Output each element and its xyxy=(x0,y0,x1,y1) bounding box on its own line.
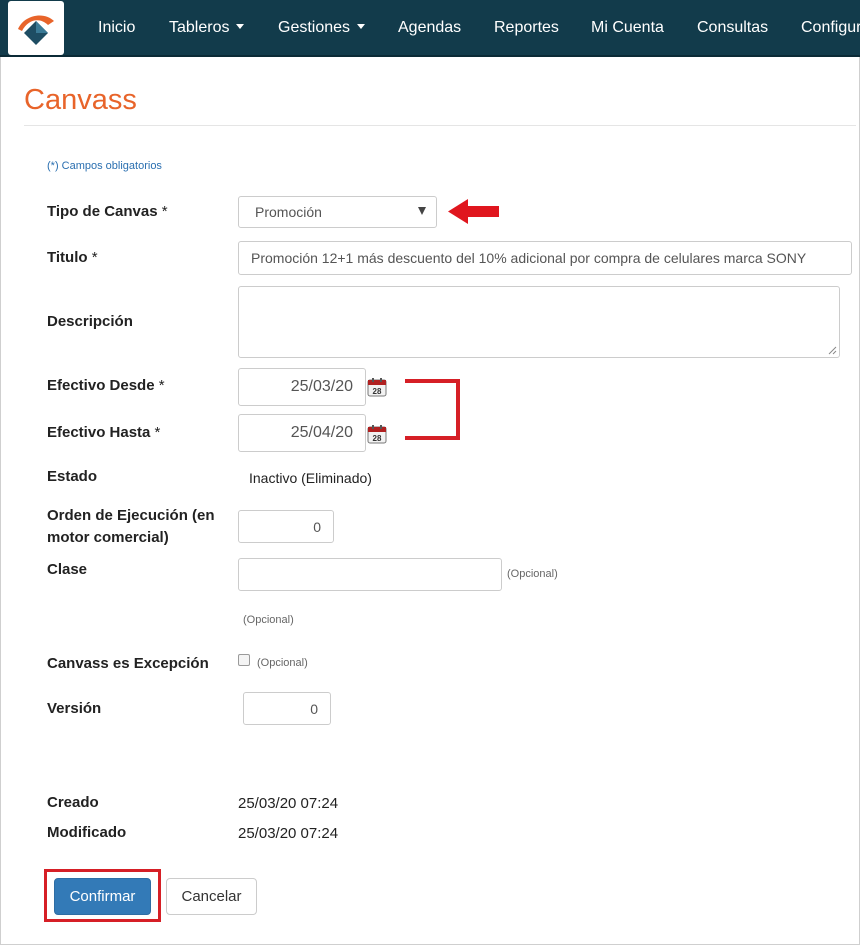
nav-label: Inicio xyxy=(98,19,136,36)
nav-label: Tableros xyxy=(169,19,230,36)
version-input[interactable]: 0 xyxy=(243,692,331,725)
nav-gestiones-dropdown[interactable]: Gestiones xyxy=(278,0,366,55)
tipo-canvas-selected: Promoción xyxy=(255,204,322,220)
titulo-input[interactable]: Promoción 12+1 más descuento del 10% adi… xyxy=(238,241,852,275)
required-mark: * xyxy=(158,377,165,394)
calendar-icon[interactable]: 28 xyxy=(367,424,387,444)
red-arrow-annotation-icon xyxy=(448,199,499,224)
calendar-day: 28 xyxy=(373,387,382,396)
efectivo-desde-value: 25/03/20 xyxy=(290,378,353,395)
tipo-canvas-select[interactable]: Promoción xyxy=(238,196,437,228)
page-title: Canvass xyxy=(24,84,137,116)
efectivo-desde-label-text: Efectivo Desde xyxy=(47,377,155,394)
app-logo[interactable] xyxy=(8,1,64,55)
estado-value: Inactivo (Eliminado) xyxy=(249,470,372,486)
dropdown-arrow-icon xyxy=(418,207,426,215)
required-mark: * xyxy=(154,424,161,441)
red-bracket-annotation xyxy=(405,379,460,440)
modificado-value: 25/03/20 07:24 xyxy=(238,825,339,842)
calendar-icon[interactable]: 28 xyxy=(367,377,387,397)
excepcion-checkbox[interactable] xyxy=(238,654,250,666)
efectivo-desde-label: Efectivo Desde * xyxy=(47,375,165,397)
nav-label: Reportes xyxy=(494,19,559,36)
nav-configuracion[interactable]: Configur xyxy=(801,0,860,55)
title-divider xyxy=(24,125,856,126)
creado-label: Creado xyxy=(47,794,99,811)
window-frame xyxy=(0,0,860,945)
efectivo-hasta-value: 25/04/20 xyxy=(290,424,353,441)
modificado-label: Modificado xyxy=(47,824,127,841)
version-value: 0 xyxy=(310,700,318,717)
nav-consultas[interactable]: Consultas xyxy=(697,0,768,55)
titulo-label-text: Titulo xyxy=(47,249,88,266)
caret-down-icon xyxy=(357,24,366,29)
efectivo-hasta-input[interactable]: 25/04/20 xyxy=(238,414,366,452)
nav-label: Gestiones xyxy=(278,19,351,36)
excepcion-label: Canvass es Excepción xyxy=(47,655,209,672)
required-mark: * xyxy=(161,203,168,220)
nav-tableros-dropdown[interactable]: Tableros xyxy=(169,0,245,55)
nav-reportes[interactable]: Reportes xyxy=(494,0,559,55)
tipo-canvas-label-text: Tipo de Canvas xyxy=(47,203,158,220)
efectivo-desde-input[interactable]: 25/03/20 xyxy=(238,368,366,406)
orden-ejecucion-input[interactable]: 0 xyxy=(238,510,334,543)
descripcion-textarea[interactable] xyxy=(238,286,840,358)
orden-ejecucion-label: Orden de Ejecución (en motor comercial) xyxy=(47,505,215,549)
nav-label: Consultas xyxy=(697,19,769,36)
tipo-canvas-label: Tipo de Canvas * xyxy=(47,201,168,223)
calendar-day: 28 xyxy=(373,434,382,443)
nav-agendas[interactable]: Agendas xyxy=(398,0,461,55)
nav-label: Configur xyxy=(801,19,860,36)
efectivo-hasta-label: Efectivo Hasta * xyxy=(47,422,160,444)
required-mark: * xyxy=(91,249,98,266)
descripcion-label: Descripción xyxy=(47,313,133,330)
resize-handle-icon[interactable] xyxy=(828,346,837,355)
orden-ejecucion-value: 0 xyxy=(313,518,321,535)
nav-label: Mi Cuenta xyxy=(591,19,664,36)
clase-optional-hint: (Opcional) xyxy=(507,568,558,580)
caret-down-icon xyxy=(236,24,245,29)
efectivo-hasta-label-text: Efectivo Hasta xyxy=(47,424,151,441)
titulo-value: Promoción 12+1 más descuento del 10% adi… xyxy=(251,250,807,266)
estado-label: Estado xyxy=(47,468,98,485)
top-navbar: Inicio Tableros Gestiones Agendas Report… xyxy=(0,0,860,57)
nav-mi-cuenta[interactable]: Mi Cuenta xyxy=(591,0,664,55)
titulo-label: Titulo * xyxy=(47,247,98,269)
optional-hint: (Opcional) xyxy=(243,614,294,626)
orden-label-line2: motor comercial) xyxy=(47,529,169,546)
orden-label-line1: Orden de Ejecución (en xyxy=(47,507,215,524)
required-fields-note: (*) Campos obligatorios xyxy=(47,160,162,172)
confirm-button[interactable]: Confirmar xyxy=(54,878,151,915)
version-label: Versión xyxy=(47,700,102,717)
excepcion-optional-hint: (Opcional) xyxy=(257,657,308,669)
nav-inicio[interactable]: Inicio xyxy=(98,0,135,55)
clase-input[interactable] xyxy=(238,558,502,591)
nav-label: Agendas xyxy=(398,19,462,36)
creado-value: 25/03/20 07:24 xyxy=(238,795,339,812)
clase-label: Clase xyxy=(47,561,88,578)
cancel-button[interactable]: Cancelar xyxy=(166,878,257,915)
